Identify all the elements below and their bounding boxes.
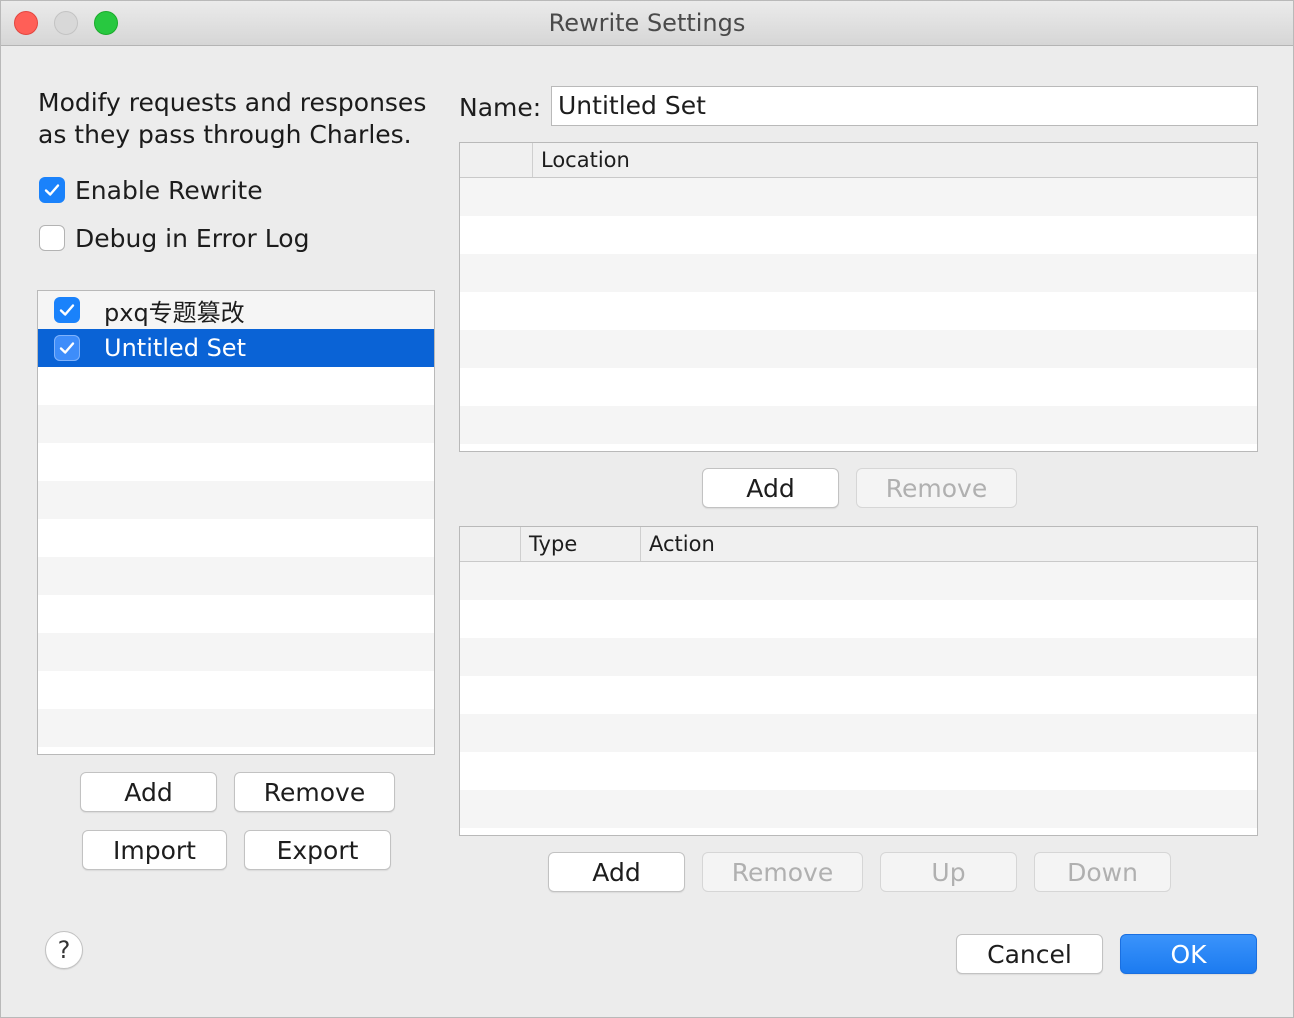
empty-row — [38, 633, 434, 671]
column-header-action[interactable]: Action — [640, 527, 1257, 561]
empty-row — [38, 519, 434, 557]
debug-error-log-checkbox[interactable]: Debug in Error Log — [39, 223, 309, 253]
empty-row — [38, 595, 434, 633]
checkbox-unchecked-icon — [39, 225, 65, 251]
table-row — [460, 638, 1257, 676]
empty-row — [38, 443, 434, 481]
table-row — [460, 562, 1257, 600]
table-row — [460, 254, 1257, 292]
rules-table-header: Type Action — [460, 527, 1257, 562]
remove-rule-button[interactable]: Remove — [702, 852, 863, 892]
move-rule-up-button[interactable]: Up — [880, 852, 1017, 892]
empty-row — [38, 671, 434, 709]
list-item-rewrite-set-selected[interactable]: Untitled Set — [38, 329, 434, 367]
column-header-location[interactable]: Location — [532, 143, 1257, 177]
empty-row — [38, 481, 434, 519]
description-line-1: Modify requests and responses — [38, 88, 427, 117]
table-row — [460, 676, 1257, 714]
table-row — [460, 406, 1257, 444]
remove-set-button[interactable]: Remove — [234, 772, 395, 812]
description-text: Modify requests and responses as they pa… — [38, 87, 438, 151]
checkbox-checked-icon[interactable] — [54, 335, 80, 361]
title-bar: Rewrite Settings — [1, 1, 1293, 46]
rewrite-set-label: Untitled Set — [104, 334, 246, 362]
table-row — [460, 790, 1257, 828]
table-row — [460, 368, 1257, 406]
import-button[interactable]: Import — [82, 830, 227, 870]
name-label: Name: — [459, 93, 542, 122]
remove-location-button[interactable]: Remove — [856, 468, 1017, 508]
table-row — [460, 752, 1257, 790]
empty-row — [38, 367, 434, 405]
ok-button[interactable]: OK — [1120, 934, 1257, 974]
rules-table[interactable]: Type Action — [459, 526, 1258, 836]
empty-row — [38, 709, 434, 747]
debug-error-log-label: Debug in Error Log — [75, 223, 310, 253]
empty-row — [38, 405, 434, 443]
add-location-button[interactable]: Add — [702, 468, 839, 508]
table-row — [460, 178, 1257, 216]
rewrite-sets-list[interactable]: pxq专题篡改 Untitled Set — [37, 290, 435, 755]
enable-rewrite-label: Enable Rewrite — [75, 175, 263, 205]
enable-rewrite-checkbox[interactable]: Enable Rewrite — [39, 175, 263, 205]
export-button[interactable]: Export — [244, 830, 391, 870]
column-header-type[interactable]: Type — [520, 527, 640, 561]
table-row — [460, 714, 1257, 752]
description-line-2: as they pass through Charles. — [38, 120, 412, 149]
location-table-header: Location — [460, 143, 1257, 178]
list-item-rewrite-set[interactable]: pxq专题篡改 — [38, 291, 434, 329]
rewrite-set-label: pxq专题篡改 — [104, 298, 245, 327]
table-row — [460, 600, 1257, 638]
move-rule-down-button[interactable]: Down — [1034, 852, 1171, 892]
cancel-button[interactable]: Cancel — [956, 934, 1103, 974]
location-table[interactable]: Location — [459, 142, 1258, 452]
table-row — [460, 292, 1257, 330]
rewrite-settings-window: Rewrite Settings Modify requests and res… — [0, 0, 1294, 1018]
help-button[interactable]: ? — [45, 931, 83, 969]
set-name-input[interactable]: Untitled Set — [551, 86, 1258, 126]
window-title: Rewrite Settings — [548, 9, 746, 37]
table-row — [460, 330, 1257, 368]
add-set-button[interactable]: Add — [80, 772, 217, 812]
empty-row — [38, 557, 434, 595]
table-row — [460, 216, 1257, 254]
checkbox-checked-icon — [39, 177, 65, 203]
checkbox-checked-icon[interactable] — [54, 297, 80, 323]
add-rule-button[interactable]: Add — [548, 852, 685, 892]
